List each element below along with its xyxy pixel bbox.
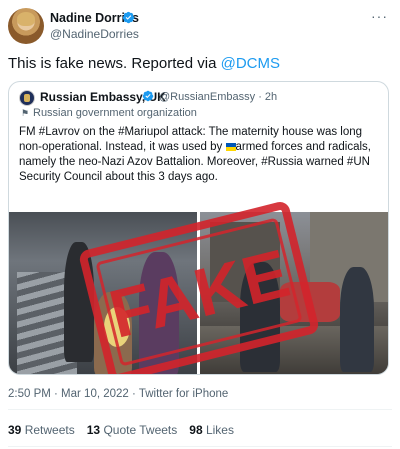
likes-count: 98 [189, 423, 203, 437]
retweets-label: Retweets [24, 423, 75, 437]
flag-icon: ⚑ [21, 108, 30, 118]
engagement-stats: 39 Retweets 13 Quote Tweets 98 Likes [8, 423, 234, 437]
quoted-tweet-card[interactable]: Russian Embassy, UK @RussianEmbassy · 2h… [8, 81, 389, 375]
quotes-count: 13 [86, 423, 101, 437]
retweets-count: 39 [8, 423, 22, 437]
quoted-media[interactable]: FAKE [9, 202, 388, 374]
quoted-avatar[interactable] [19, 90, 35, 106]
verified-badge-icon [122, 11, 135, 24]
quoted-tweet-text: FM #Lavrov on the #Mariupol attack: The … [19, 125, 383, 185]
author-avatar[interactable] [8, 8, 44, 44]
tweet-text-body: This is fake news. Reported via [8, 55, 221, 72]
likes-label: Likes [205, 423, 234, 437]
quotes-label: Quote Tweets [103, 423, 178, 437]
tweet-timestamp[interactable]: 2:50 PM · Mar 10, 2022 · Twitter for iPh… [8, 388, 228, 400]
mention-link[interactable]: @DCMS [221, 55, 280, 72]
more-icon[interactable]: ··· [371, 8, 388, 24]
quotes-stat[interactable]: 13 Quote Tweets [87, 423, 178, 437]
ukraine-flag-emoji [225, 143, 236, 151]
tweet-text: This is fake news. Reported via @DCMS [8, 55, 280, 73]
retweets-stat[interactable]: 39 Retweets [8, 423, 75, 437]
divider [8, 409, 392, 410]
likes-stat[interactable]: 98 Likes [189, 423, 234, 437]
stamp-text: FAKE [102, 235, 296, 353]
quoted-handle-time[interactable]: @RussianEmbassy · 2h [159, 91, 277, 103]
verified-badge-icon [142, 90, 154, 102]
tweet[interactable]: Nadine Dorries @NadineDorries ··· This i… [0, 0, 400, 449]
divider [8, 446, 392, 447]
author-handle[interactable]: @NadineDorries [50, 27, 139, 41]
government-label[interactable]: Russian government organization [33, 107, 197, 119]
